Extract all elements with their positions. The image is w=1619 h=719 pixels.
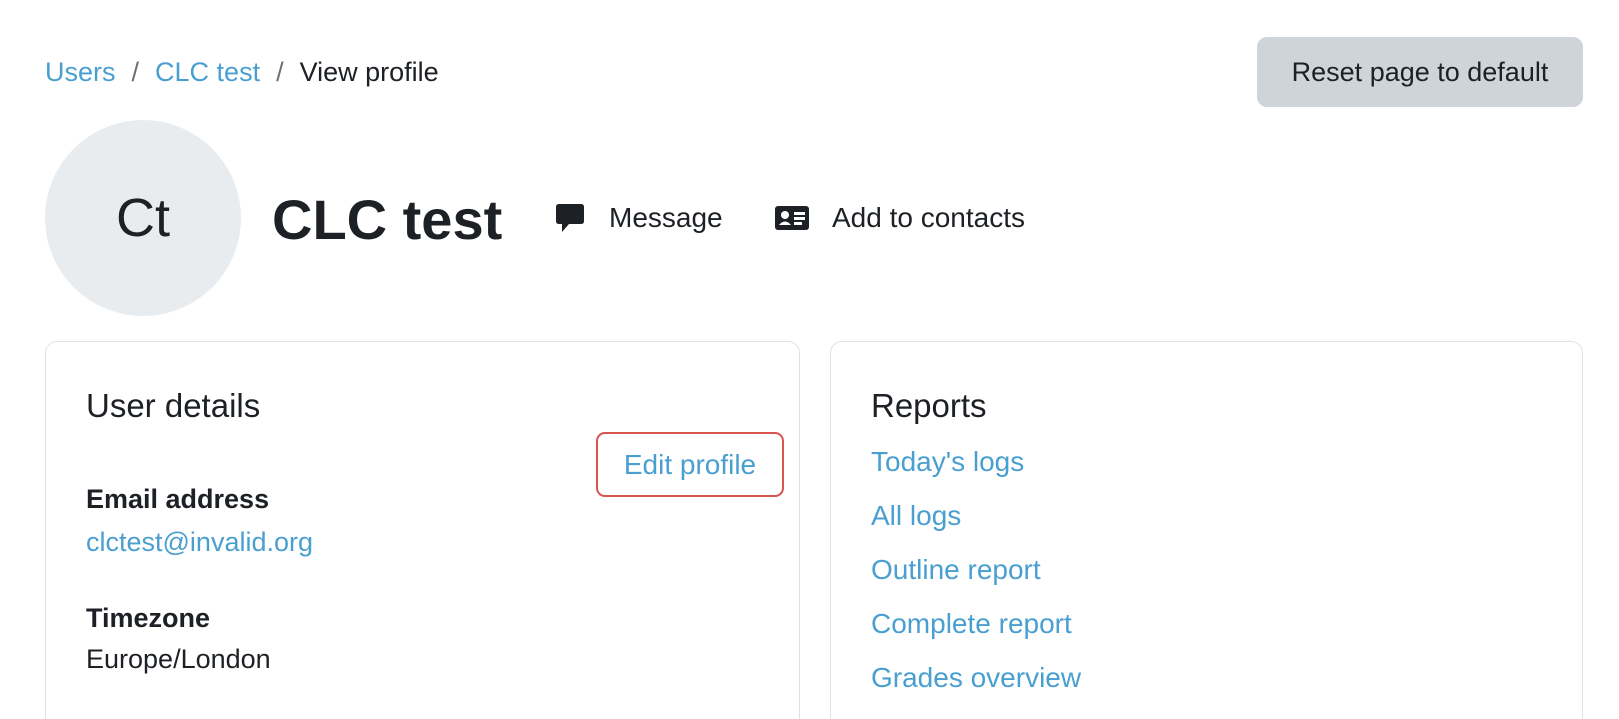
reports-title: Reports xyxy=(871,387,987,424)
reports-list: Today's logs All logs Outline report Com… xyxy=(871,442,1081,712)
outline-report-link[interactable]: Outline report xyxy=(871,554,1041,585)
breadcrumb-separator: / xyxy=(276,57,284,87)
breadcrumb-link-user[interactable]: CLC test xyxy=(155,52,260,92)
all-logs-link[interactable]: All logs xyxy=(871,500,961,531)
address-card-icon xyxy=(774,204,810,232)
todays-logs-link[interactable]: Today's logs xyxy=(871,446,1024,477)
message-label: Message xyxy=(609,202,723,233)
comment-icon xyxy=(553,201,587,235)
reset-page-button[interactable]: Reset page to default xyxy=(1257,37,1583,107)
breadcrumb-separator: / xyxy=(131,57,140,87)
list-item: Complete report xyxy=(871,604,1081,658)
page-title: CLC test xyxy=(272,188,503,251)
timezone-label: Timezone xyxy=(86,603,211,633)
grades-overview-link[interactable]: Grades overview xyxy=(871,662,1081,693)
breadcrumb-link-users[interactable]: Users xyxy=(45,52,116,92)
list-item: Outline report xyxy=(871,550,1081,604)
email-label: Email address xyxy=(86,484,270,514)
add-to-contacts-button[interactable]: Add to contacts xyxy=(774,196,1025,240)
avatar-initials: Ct xyxy=(116,188,170,248)
breadcrumb: Users / CLC test / View profile xyxy=(45,52,439,92)
add-to-contacts-label: Add to contacts xyxy=(832,202,1026,233)
user-details-title: User details xyxy=(86,387,261,424)
profile-page: Users / CLC test / View profile Reset pa… xyxy=(0,0,1619,719)
user-details-card: User details Edit profile Email address … xyxy=(45,341,800,719)
complete-report-link[interactable]: Complete report xyxy=(871,608,1072,639)
breadcrumb-current: View profile xyxy=(299,57,439,87)
email-link[interactable]: clctest@invalid.org xyxy=(86,527,313,558)
list-item: Grades overview xyxy=(871,658,1081,712)
message-button[interactable]: Message xyxy=(553,196,723,240)
timezone-value: Europe/London xyxy=(86,644,271,674)
avatar: Ct xyxy=(45,120,241,316)
list-item: All logs xyxy=(871,496,1081,550)
list-item: Today's logs xyxy=(871,442,1081,496)
reports-card: Reports Today's logs All logs Outline re… xyxy=(830,341,1583,719)
edit-profile-link[interactable]: Edit profile xyxy=(596,432,784,497)
